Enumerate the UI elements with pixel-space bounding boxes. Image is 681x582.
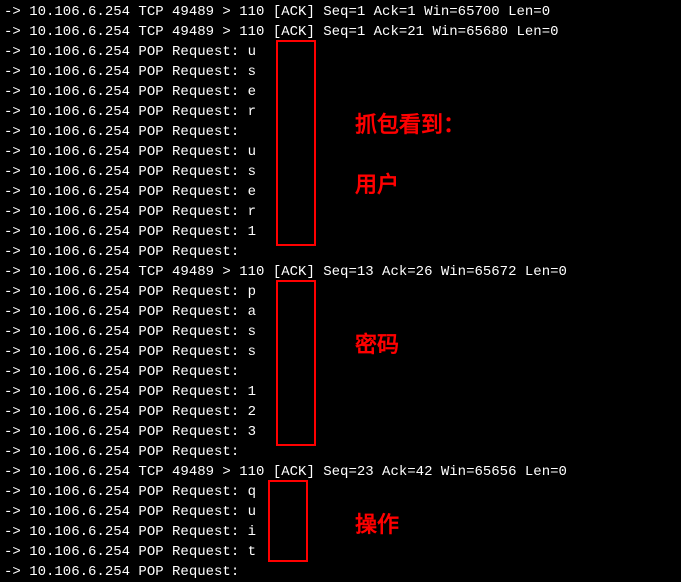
packet-line: -> 10.106.6.254 POP Request: xyxy=(0,562,681,582)
packet-line: -> 10.106.6.254 POP Request: 2 xyxy=(0,402,681,422)
packet-line: -> 10.106.6.254 POP Request: r xyxy=(0,102,681,122)
packet-line: -> 10.106.6.254 POP Request: xyxy=(0,122,681,142)
packet-line: -> 10.106.6.254 POP Request: xyxy=(0,242,681,262)
packet-capture-output: -> 10.106.6.254 TCP 49489 > 110 [ACK] Se… xyxy=(0,2,681,582)
packet-line: -> 10.106.6.254 POP Request: s xyxy=(0,162,681,182)
packet-line: -> 10.106.6.254 TCP 49489 > 110 [ACK] Se… xyxy=(0,462,681,482)
packet-line: -> 10.106.6.254 POP Request: r xyxy=(0,202,681,222)
packet-line: -> 10.106.6.254 POP Request: u xyxy=(0,502,681,522)
packet-line: -> 10.106.6.254 POP Request: xyxy=(0,362,681,382)
packet-line: -> 10.106.6.254 POP Request: u xyxy=(0,142,681,162)
packet-line: -> 10.106.6.254 POP Request: 3 xyxy=(0,422,681,442)
packet-line: -> 10.106.6.254 POP Request: s xyxy=(0,322,681,342)
packet-line: -> 10.106.6.254 POP Request: u xyxy=(0,42,681,62)
packet-line: -> 10.106.6.254 POP Request: p xyxy=(0,282,681,302)
packet-line: -> 10.106.6.254 POP Request: e xyxy=(0,82,681,102)
packet-line: -> 10.106.6.254 POP Request: xyxy=(0,442,681,462)
packet-line: -> 10.106.6.254 TCP 49489 > 110 [ACK] Se… xyxy=(0,22,681,42)
packet-line: -> 10.106.6.254 TCP 49489 > 110 [ACK] Se… xyxy=(0,2,681,22)
packet-line: -> 10.106.6.254 POP Request: s xyxy=(0,342,681,362)
packet-line: -> 10.106.6.254 POP Request: 1 xyxy=(0,222,681,242)
packet-line: -> 10.106.6.254 POP Request: e xyxy=(0,182,681,202)
packet-line: -> 10.106.6.254 POP Request: 1 xyxy=(0,382,681,402)
packet-line: -> 10.106.6.254 POP Request: a xyxy=(0,302,681,322)
packet-line: -> 10.106.6.254 POP Request: q xyxy=(0,482,681,502)
packet-line: -> 10.106.6.254 POP Request: i xyxy=(0,522,681,542)
packet-line: -> 10.106.6.254 POP Request: s xyxy=(0,62,681,82)
packet-line: -> 10.106.6.254 TCP 49489 > 110 [ACK] Se… xyxy=(0,262,681,282)
packet-line: -> 10.106.6.254 POP Request: t xyxy=(0,542,681,562)
